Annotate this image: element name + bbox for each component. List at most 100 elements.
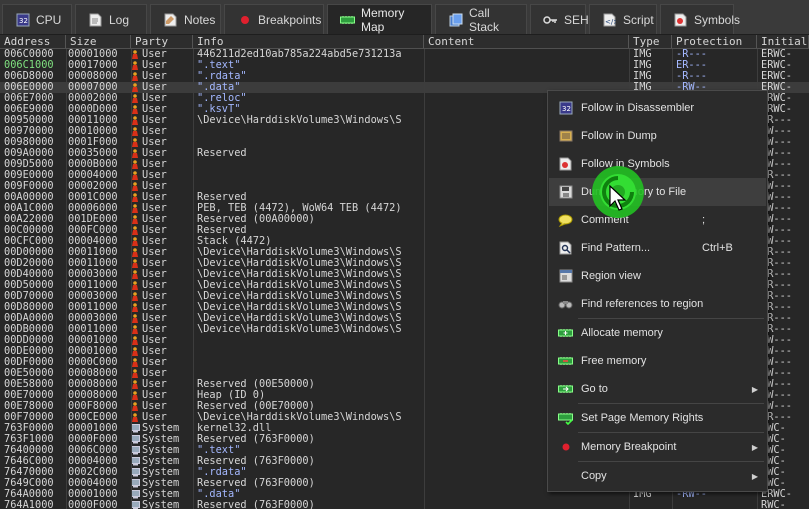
cell-initial: RW---: [761, 137, 792, 148]
cell-address: 00DB0000: [4, 324, 54, 335]
menu-item-go-to[interactable]: Go to ▶: [549, 375, 766, 403]
tab-log[interactable]: Log: [75, 4, 147, 34]
cell-info: ".reloc": [197, 93, 247, 104]
party-label: User: [142, 104, 167, 115]
menu-item-allocate-memory[interactable]: Allocate memory: [549, 319, 766, 347]
tab-symbols[interactable]: Symbols: [660, 4, 740, 34]
user-party-icon: [131, 391, 139, 400]
cell-party: User: [131, 159, 193, 170]
user-party-icon: [131, 171, 139, 180]
tab-label: Memory Map: [361, 5, 405, 34]
tab-cpu[interactable]: 32 CPU: [2, 4, 72, 34]
column-header-size[interactable]: Size: [66, 35, 131, 48]
tab-memory-map[interactable]: Memory Map: [327, 4, 432, 34]
tab-notes[interactable]: Notes: [150, 4, 221, 34]
cell-party: User: [131, 93, 193, 104]
menu-item-set-page-memory-rights[interactable]: Set Page Memory Rights: [549, 404, 766, 432]
cell-size: 00002000: [68, 181, 118, 192]
memory-breakpoint-icon: [558, 440, 573, 455]
party-label: User: [142, 379, 167, 390]
cell-size: 00011000: [68, 258, 118, 269]
party-label: User: [142, 115, 167, 126]
party-label: User: [142, 346, 167, 357]
column-header-type[interactable]: Type: [629, 35, 672, 48]
column-header-initial[interactable]: Initial: [757, 35, 809, 48]
cell-address: 00DA0000: [4, 313, 54, 324]
table-row[interactable]: 006D8000 00008000 User ".rdata" IMG -R--- ERW…: [0, 71, 809, 82]
party-label: User: [142, 82, 167, 93]
column-header-info[interactable]: Info: [193, 35, 424, 48]
party-label: System: [142, 467, 180, 478]
cell-info: [197, 170, 425, 181]
user-party-icon: [131, 193, 139, 202]
cell-size: 00010000: [68, 126, 118, 137]
party-label: System: [142, 500, 180, 509]
cell-info: ".data": [197, 82, 241, 93]
column-header-address[interactable]: Address: [0, 35, 66, 48]
column-header-content[interactable]: Content: [424, 35, 629, 48]
system-party-icon: [131, 457, 140, 466]
tab-breakpoints[interactable]: Breakpoints: [224, 4, 324, 34]
cell-size: 000FC000: [68, 225, 118, 236]
cell-info: \Device\HarddiskVolume3\Windows\S: [197, 258, 402, 269]
cell-party: User: [131, 346, 193, 357]
cell-party: System: [131, 467, 193, 478]
cell-size: 00001000: [68, 49, 118, 60]
tab-seh[interactable]: SEH: [530, 4, 589, 34]
column-header-protection[interactable]: Protection: [672, 35, 757, 48]
tab-script[interactable]: </> Script: [589, 4, 657, 34]
cell-initial: RW---: [761, 159, 792, 170]
menu-item-find-references-to-region[interactable]: Find references to region: [549, 290, 766, 318]
cell-initial: RW---: [761, 148, 792, 159]
cell-size: 00001000: [68, 346, 118, 357]
user-party-icon: [131, 358, 139, 367]
menu-item-memory-breakpoint[interactable]: Memory Breakpoint ▶: [549, 433, 766, 461]
menu-item-label: Dump Memory to File: [581, 186, 687, 198]
menu-item-follow-in-dump[interactable]: Follow in Dump: [549, 122, 766, 150]
menu-item-follow-in-disassembler[interactable]: 32 Follow in Disassembler: [549, 94, 766, 122]
cell-info: ".text": [197, 60, 241, 71]
cell-size: 0000F000: [68, 434, 118, 445]
table-row[interactable]: 006C1000 00017000 User ".text" IMG ER--- ERWC…: [0, 60, 809, 71]
menu-item-find-pattern[interactable]: Find Pattern... Ctrl+B: [549, 234, 766, 262]
menu-item-follow-in-symbols[interactable]: Follow in Symbols: [549, 150, 766, 178]
region-view-icon: [558, 269, 573, 284]
cell-size: 00011000: [68, 247, 118, 258]
cell-size: 00011000: [68, 302, 118, 313]
menu-item-dump-memory-to-file[interactable]: Dump Memory to File: [549, 178, 766, 206]
menu-item-copy[interactable]: Copy ▶: [549, 462, 766, 490]
party-label: System: [142, 445, 180, 456]
cell-info: 446211d2ed10ab785a224abd5e731213a: [197, 49, 402, 60]
cell-info: [197, 357, 425, 368]
cell-party: User: [131, 181, 193, 192]
party-label: User: [142, 203, 167, 214]
party-label: User: [142, 258, 167, 269]
cell-size: 00002000: [68, 93, 118, 104]
menu-item-region-view[interactable]: Region view: [549, 262, 766, 290]
user-party-icon: [131, 413, 139, 422]
cell-size: 00004000: [68, 478, 118, 489]
cell-size: 00011000: [68, 115, 118, 126]
menu-item-free-memory[interactable]: Free memory: [549, 347, 766, 375]
menu-item-comment[interactable]: Comment;: [549, 206, 766, 234]
cell-info: Reserved (00A00000): [197, 214, 315, 225]
column-header-party[interactable]: Party: [131, 35, 193, 48]
table-row[interactable]: 006C0000 00001000 User 446211d2ed10ab785a22…: [0, 49, 809, 60]
cell-party: User: [131, 258, 193, 269]
system-party-icon: [131, 446, 140, 455]
menu-item-label: Follow in Dump: [581, 130, 657, 142]
cell-info: \Device\HarddiskVolume3\Windows\S: [197, 412, 402, 423]
cell-initial: RW---: [761, 346, 792, 357]
copy-icon: [558, 469, 573, 484]
table-row[interactable]: 764A1000 0000F000 System Reserved (763F0000…: [0, 500, 809, 509]
cell-info: Stack (4472): [197, 236, 272, 247]
cell-party: System: [131, 445, 193, 456]
cell-info: \Device\HarddiskVolume3\Windows\S: [197, 291, 402, 302]
cell-party: User: [131, 49, 193, 60]
user-party-icon: [131, 105, 139, 114]
cell-size: 00001000: [68, 335, 118, 346]
tab-call-stack[interactable]: Call Stack: [435, 4, 527, 34]
cell-info: [197, 126, 425, 137]
party-label: User: [142, 170, 167, 181]
party-label: User: [142, 412, 167, 423]
